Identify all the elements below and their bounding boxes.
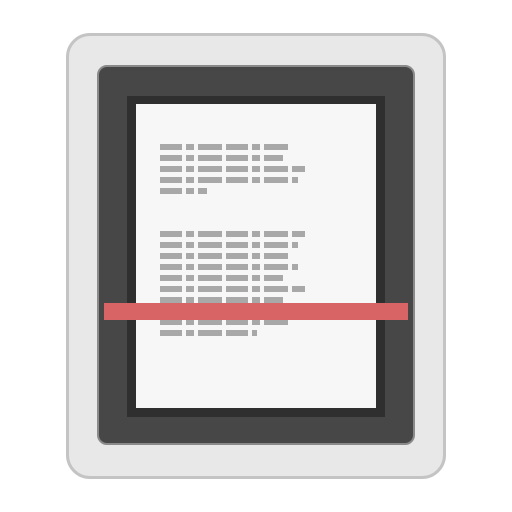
text-line	[160, 264, 298, 270]
text-line	[160, 166, 305, 172]
text-line	[160, 286, 305, 292]
document-scanner-icon	[0, 0, 512, 512]
text-line	[160, 330, 257, 336]
text-line	[160, 242, 298, 248]
text-line	[160, 177, 298, 183]
text-line	[160, 155, 283, 161]
scan-beam	[104, 303, 408, 320]
text-line	[160, 275, 283, 281]
text-line	[160, 144, 290, 150]
text-line	[160, 253, 290, 259]
text-line	[160, 231, 305, 237]
text-line	[160, 188, 207, 194]
